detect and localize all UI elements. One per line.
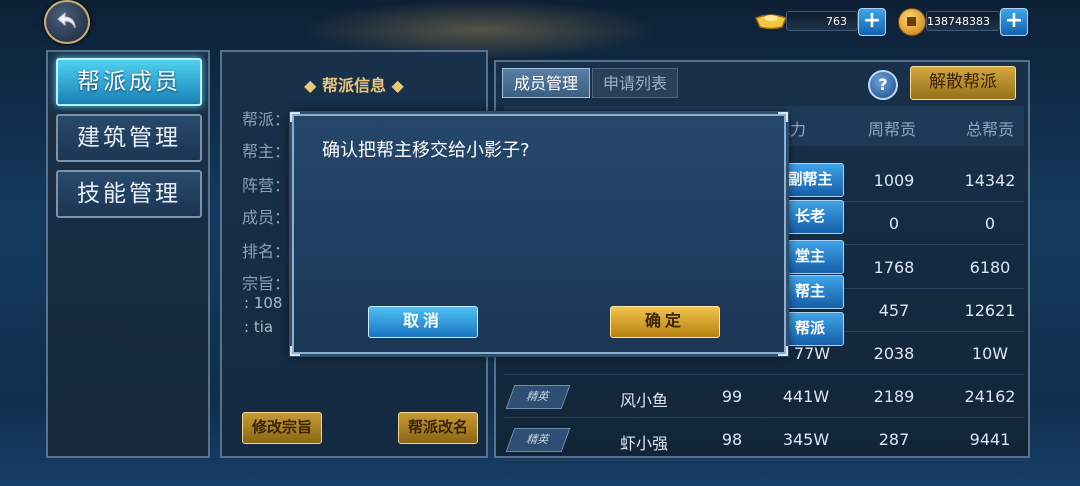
confirm-dialog: 确认把帮主移交给小影子? 取消 确定 [290, 112, 788, 356]
weekly-contribution: 287 [878, 430, 910, 449]
member-name: 风小鱼 [619, 391, 668, 410]
help-icon[interactable]: ? [868, 70, 898, 100]
nav-building-management[interactable]: 建筑管理 [56, 114, 202, 162]
gold-ingot-icon [754, 14, 788, 30]
total-contribution: 9441 [969, 430, 1011, 449]
leader-label: 帮主： [242, 142, 291, 161]
info-title: ◆ 帮派信息 ◆ [304, 76, 404, 95]
add-coin-button[interactable]: + [1000, 8, 1028, 36]
member-name: 虾小强 [619, 434, 668, 453]
tab-member-management[interactable]: 成员管理 [502, 68, 590, 98]
dialog-message: 确认把帮主移交给小影子? [322, 140, 530, 161]
dialog-corner [778, 346, 788, 356]
add-gold-button[interactable]: + [858, 8, 886, 36]
coin-icon [898, 8, 926, 36]
total-contribution: 24162 [964, 387, 1016, 406]
motto-line-1: : 108 [244, 294, 283, 312]
tab-application-list[interactable]: 申请列表 [592, 68, 678, 98]
back-arrow-icon [57, 11, 76, 29]
position-button[interactable]: 堂主 [776, 240, 844, 274]
total-contribution: 0 [984, 214, 996, 233]
confirm-button[interactable]: 确定 [610, 306, 720, 338]
weekly-contribution: 457 [878, 301, 910, 320]
position-button[interactable]: 帮主 [776, 275, 844, 309]
weekly-contribution: 1768 [873, 258, 915, 277]
weekly-contribution: 2189 [873, 387, 915, 406]
total-contribution: 12621 [964, 301, 1016, 320]
nav-skill-management[interactable]: 技能管理 [56, 170, 202, 218]
total-contribution: 10W [971, 344, 1009, 363]
member-power: 345W [782, 430, 830, 449]
motto-label: 宗旨： [242, 274, 291, 293]
side-nav: 帮派成员 建筑管理 技能管理 [46, 50, 210, 458]
edit-motto-button[interactable]: 修改宗旨 [242, 412, 322, 444]
position-button[interactable]: 帮派 [776, 312, 844, 346]
gold-currency: 763 + [754, 8, 886, 36]
table-row[interactable]: 精英 虾小强 98 345W 287 9441 [504, 418, 1024, 461]
cancel-button[interactable]: 取消 [368, 306, 478, 338]
dialog-corner [290, 112, 300, 122]
motto-line-2: : tia [244, 318, 274, 336]
disband-guild-button[interactable]: 解散帮派 [910, 66, 1016, 100]
back-button[interactable] [44, 0, 90, 44]
member-level: 99 [721, 387, 743, 406]
members-label: 成员： [242, 208, 291, 227]
gold-amount: 763 [786, 11, 858, 31]
coin-currency: 138748383 + [898, 8, 1028, 36]
total-contribution: 14342 [964, 171, 1016, 190]
member-level: 98 [721, 430, 743, 449]
weekly-contribution: 1009 [873, 171, 915, 190]
dialog-corner [778, 112, 788, 122]
nav-guild-members[interactable]: 帮派成员 [56, 58, 202, 106]
coin-amount: 138748383 [926, 11, 1000, 31]
camp-label: 阵营： [242, 176, 291, 195]
header-weekly: 周帮贡 [868, 120, 917, 139]
table-row[interactable]: 精英 风小鱼 99 441W 2189 24162 [504, 375, 1024, 418]
rank-badge: 精英 [505, 428, 571, 452]
dialog-corner [290, 346, 300, 356]
total-contribution: 6180 [969, 258, 1011, 277]
rename-guild-button[interactable]: 帮派改名 [398, 412, 478, 444]
rank-label: 排名： [242, 242, 291, 261]
member-power: 441W [782, 387, 830, 406]
position-button[interactable]: 副帮主 [776, 163, 844, 197]
position-button[interactable]: 长老 [776, 200, 844, 234]
header-total: 总帮贡 [966, 120, 1015, 139]
weekly-contribution: 2038 [873, 344, 915, 363]
weekly-contribution: 0 [888, 214, 900, 233]
rank-badge: 精英 [505, 385, 571, 409]
